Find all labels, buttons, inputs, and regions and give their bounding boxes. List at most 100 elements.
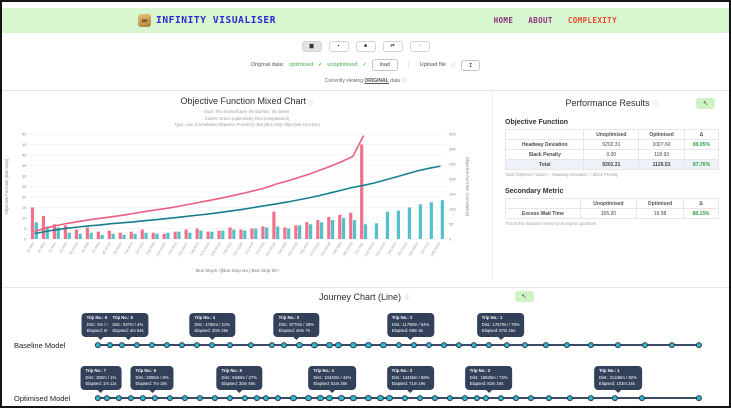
bus-stop-dot[interactable] [311, 342, 317, 348]
bus-stop-dot[interactable] [446, 395, 452, 401]
load-button[interactable]: load [372, 59, 398, 71]
capture-journey-button[interactable]: ↖ [515, 291, 534, 302]
svg-text:30: 30 [22, 173, 27, 178]
bus-stop-dot[interactable] [182, 395, 188, 401]
bus-stop-dot[interactable] [179, 342, 185, 348]
nav-item-home[interactable]: HOME [494, 16, 514, 25]
bus-stop-dot[interactable] [386, 395, 392, 401]
bus-stop-dot[interactable] [104, 395, 110, 401]
bus-stop-dot[interactable] [275, 395, 281, 401]
bus-stop-dot[interactable] [504, 342, 510, 348]
bus-stop-dot[interactable] [696, 395, 702, 401]
bus-stop-dot[interactable] [194, 342, 200, 348]
svg-text:[12] 4536: [12] 4536 [145, 241, 156, 255]
bus-stop-dot[interactable] [254, 395, 260, 401]
bus-stop-dot[interactable] [134, 342, 140, 348]
bus-stop-dot[interactable] [377, 395, 383, 401]
bus-stop-dot[interactable] [317, 395, 323, 401]
column-header [506, 199, 581, 209]
square-chart-button[interactable]: ■ [356, 41, 376, 52]
page: ∞ INFINITY VISUALISER HOME ABOUT COMPLEXIT… [0, 0, 731, 408]
bus-stop-dot[interactable] [456, 342, 462, 348]
bus-stop-dot[interactable] [615, 342, 621, 348]
bus-stop-dot[interactable] [462, 395, 468, 401]
bus-stop-dot[interactable] [546, 395, 552, 401]
bus-stop-dot[interactable] [290, 395, 296, 401]
bus-stop-dot[interactable] [338, 395, 344, 401]
bus-stop-dot[interactable] [167, 395, 173, 401]
bus-stop-dot[interactable] [431, 395, 437, 401]
svg-text:[34] 4570: [34] 4570 [387, 241, 398, 255]
nav-item-about[interactable]: ABOUT [528, 16, 553, 25]
info-icon[interactable]: ⓘ [405, 294, 410, 301]
bus-stop-dot[interactable] [227, 395, 233, 401]
compare-charts-button[interactable]: ⇄ [383, 41, 403, 52]
bus-stop-dot[interactable] [639, 395, 645, 401]
bus-stop-dot[interactable] [350, 342, 356, 348]
info-icon[interactable]: ⓘ [309, 100, 314, 106]
info-icon[interactable]: ⓘ [451, 62, 456, 69]
info-icon[interactable]: ⓘ [401, 78, 406, 84]
optimised-model-row: Optimised ModelTrip No.: 7Dist.: 302m / … [14, 355, 715, 408]
bus-stop-dot[interactable] [471, 342, 477, 348]
nav-item-complexity[interactable]: COMPLEXITY [568, 16, 617, 25]
svg-text:[2] 4932: [2] 4932 [37, 241, 47, 253]
bus-stop-dot[interactable] [149, 342, 155, 348]
bus-stop-dot[interactable] [227, 342, 233, 348]
bus-stop-dot[interactable] [116, 395, 122, 401]
bus-stop-dot[interactable] [365, 395, 371, 401]
bus-stop-dot[interactable] [242, 395, 248, 401]
bus-stop-dot[interactable] [269, 342, 275, 348]
bus-stop-dot[interactable] [335, 342, 341, 348]
bus-stop-dot[interactable] [365, 342, 371, 348]
bus-stop-dot[interactable] [281, 342, 287, 348]
original-data-label: Original data: [251, 62, 284, 68]
svg-text:40: 40 [22, 152, 27, 157]
bus-stop-dot[interactable] [513, 395, 519, 401]
bus-stop-dot[interactable] [588, 395, 594, 401]
original-data-link[interactable]: ORIGINAL [364, 78, 388, 84]
bus-stop-dot[interactable] [522, 342, 528, 348]
bus-stop-dot[interactable] [669, 342, 675, 348]
bus-stop-dot[interactable] [486, 342, 492, 348]
bus-stop-dot[interactable] [140, 395, 146, 401]
bus-stop-dot[interactable] [197, 395, 203, 401]
bus-stop-dot[interactable] [395, 342, 401, 348]
bus-stop-dot[interactable] [380, 342, 386, 348]
bus-stop-dot[interactable] [107, 342, 113, 348]
bus-stop-dot[interactable] [248, 342, 254, 348]
bus-stop-dot[interactable] [425, 342, 431, 348]
bus-stop-dot[interactable] [588, 342, 594, 348]
bus-stop-dot[interactable] [416, 395, 422, 401]
bus-stop-dot[interactable] [440, 342, 446, 348]
bus-stop-dot[interactable] [212, 395, 218, 401]
bus-stop-dot[interactable] [263, 395, 269, 401]
objective-chart-section: Objective Function Mixed Chart ⓘ Goal: T… [2, 91, 492, 281]
bus-stop-dot[interactable] [474, 395, 480, 401]
bus-stop-dot[interactable] [128, 395, 134, 401]
bus-stop-dot[interactable] [326, 342, 332, 348]
small-chart-button[interactable]: ▫ [410, 41, 430, 52]
table-row: Slack Penalty0.00118.93- [506, 150, 719, 160]
bus-stop-dot[interactable] [567, 395, 573, 401]
info-icon[interactable]: ⓘ [654, 100, 659, 107]
capture-results-button[interactable]: ↖ [696, 98, 715, 109]
bus-stop-dot[interactable] [498, 395, 504, 401]
unoptimised-checkbox[interactable]: ✓ [362, 62, 366, 68]
bus-stop-dot[interactable] [164, 342, 170, 348]
app-header: ∞ INFINITY VISUALISER HOME ABOUT COMPLEXIT… [2, 8, 729, 33]
logo[interactable]: ∞ INFINITY VISUALISER [138, 14, 276, 27]
bus-stop-dot[interactable] [528, 395, 534, 401]
bus-stop-dot[interactable] [350, 395, 356, 401]
data-source-row: Original data: optimised ✓ unoptimised ✓… [2, 59, 729, 71]
upload-button[interactable]: ↥ [461, 60, 480, 71]
bus-stop-dot[interactable] [305, 395, 311, 401]
trip-tooltip: Trip No.: 6Dist.: 2085m / 9%Elapsed: 7m … [131, 366, 174, 391]
bus-stop-dot[interactable] [696, 342, 702, 348]
bus-stop-dot[interactable] [543, 342, 549, 348]
optimised-checkbox[interactable]: ✓ [318, 62, 322, 68]
dot-chart-button[interactable]: ▪ [329, 41, 349, 52]
bus-stop-dot[interactable] [564, 342, 570, 348]
bus-stop-dot[interactable] [642, 342, 648, 348]
mixed-chart-button[interactable]: ▆ [302, 41, 322, 52]
